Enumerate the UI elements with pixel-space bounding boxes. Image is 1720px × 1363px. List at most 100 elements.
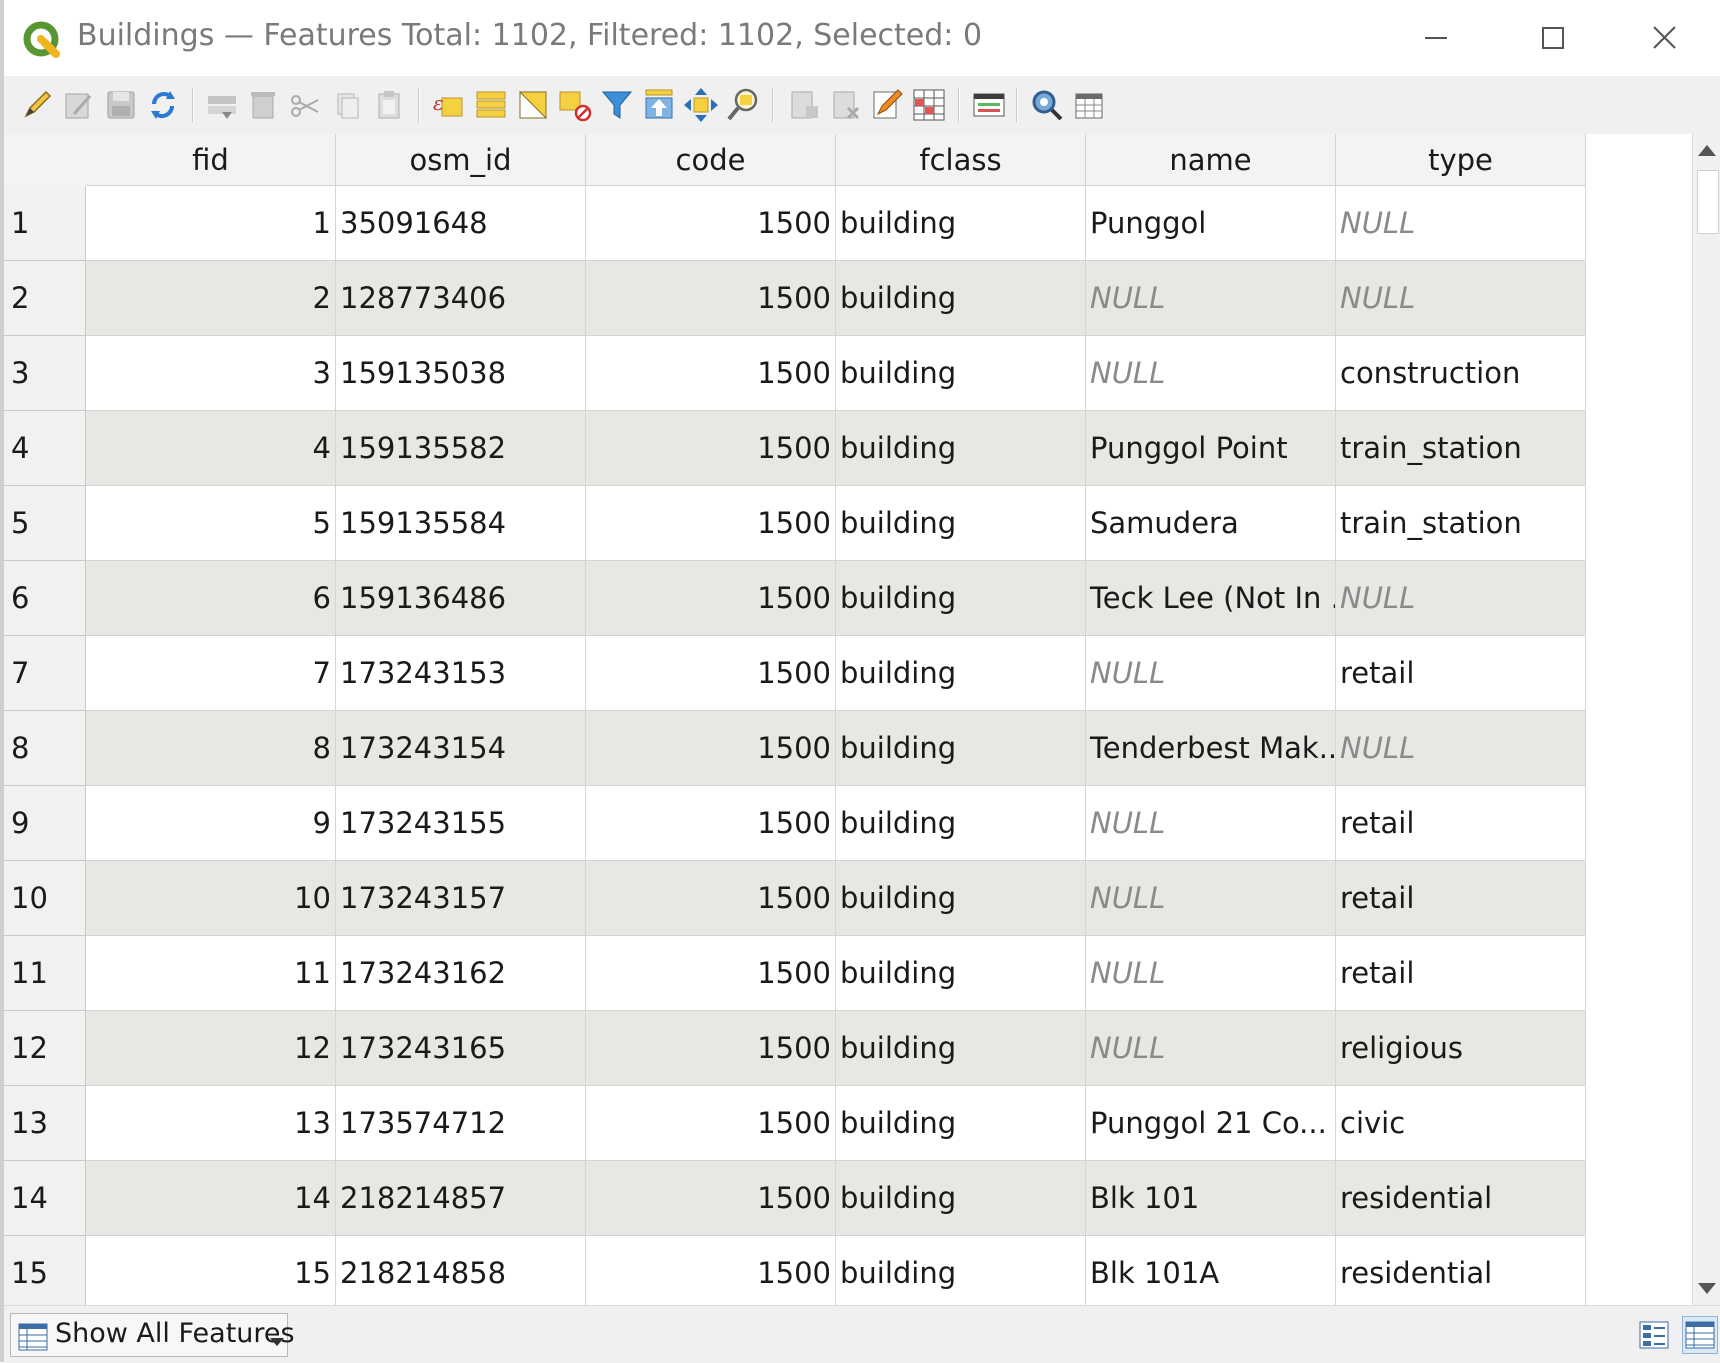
row-header[interactable]: 11	[4, 936, 86, 1011]
cell-type[interactable]: construction	[1336, 336, 1586, 411]
cell-type[interactable]: NULL	[1336, 561, 1586, 636]
cell-name[interactable]: Blk 101	[1086, 1161, 1336, 1236]
show-all-features-button[interactable]: Show All Features	[10, 1313, 295, 1357]
column-header-osm-id[interactable]: osm_id	[336, 134, 586, 186]
cell-fid[interactable]: 8	[86, 711, 336, 786]
new-field-button[interactable]	[784, 86, 822, 124]
cell-name[interactable]: NULL	[1086, 786, 1336, 861]
organize-columns-button[interactable]	[1070, 86, 1108, 124]
cell-fid[interactable]: 11	[86, 936, 336, 1011]
cell-fclass[interactable]: building	[836, 336, 1086, 411]
cell-type[interactable]: retail	[1336, 636, 1586, 711]
cell-fclass[interactable]: building	[836, 711, 1086, 786]
table-row[interactable]: 7 7 173243153 1500 building NULL retail	[4, 636, 1586, 711]
cell-type[interactable]: NULL	[1336, 711, 1586, 786]
paste-button[interactable]	[370, 86, 408, 124]
cell-fclass[interactable]: building	[836, 261, 1086, 336]
cell-code[interactable]: 1500	[586, 1011, 836, 1086]
title-bar[interactable]: Buildings — Features Total: 1102, Filter…	[4, 0, 1720, 76]
scroll-up-arrow-icon[interactable]	[1696, 142, 1718, 158]
cell-type[interactable]: train_station	[1336, 411, 1586, 486]
scrollbar-thumb[interactable]	[1697, 170, 1719, 234]
cell-code[interactable]: 1500	[586, 936, 836, 1011]
field-calculator-button[interactable]	[868, 86, 906, 124]
row-header[interactable]: 8	[4, 711, 86, 786]
cell-fid[interactable]: 2	[86, 261, 336, 336]
row-header[interactable]: 14	[4, 1161, 86, 1236]
table-row[interactable]: 13 13 173574712 1500 building Punggol 21 Co..…	[4, 1086, 1586, 1161]
cell-type[interactable]: NULL	[1336, 186, 1586, 261]
column-header-fclass[interactable]: fclass	[836, 134, 1086, 186]
select-by-expression-button[interactable]: ε	[430, 86, 468, 124]
actions-button[interactable]	[1028, 86, 1066, 124]
cell-code[interactable]: 1500	[586, 411, 836, 486]
cell-name[interactable]: Teck Lee (Not In ...	[1086, 561, 1336, 636]
row-header[interactable]: 6	[4, 561, 86, 636]
cell-name[interactable]: Samudera	[1086, 486, 1336, 561]
table-view-button[interactable]	[1682, 1316, 1718, 1354]
cell-osm-id[interactable]: 159135584	[336, 486, 586, 561]
maximize-button[interactable]	[1498, 0, 1608, 76]
row-header[interactable]: 5	[4, 486, 86, 561]
cell-fclass[interactable]: building	[836, 636, 1086, 711]
cell-osm-id[interactable]: 173243157	[336, 861, 586, 936]
cell-name[interactable]: Blk 101A	[1086, 1236, 1336, 1305]
cell-osm-id[interactable]: 173243165	[336, 1011, 586, 1086]
cell-fid[interactable]: 1	[86, 186, 336, 261]
cell-type[interactable]: residential	[1336, 1161, 1586, 1236]
vertical-scrollbar[interactable]	[1692, 134, 1720, 1305]
invert-selection-button[interactable]	[514, 86, 552, 124]
table-row[interactable]: 5 5 159135584 1500 building Samudera train_sta…	[4, 486, 1586, 561]
cell-fid[interactable]: 5	[86, 486, 336, 561]
cell-name[interactable]: NULL	[1086, 336, 1336, 411]
cell-name[interactable]: NULL	[1086, 636, 1336, 711]
cell-fclass[interactable]: building	[836, 411, 1086, 486]
row-header[interactable]: 12	[4, 1011, 86, 1086]
reload-table-button[interactable]	[144, 86, 182, 124]
cell-code[interactable]: 1500	[586, 786, 836, 861]
column-header-code[interactable]: code	[586, 134, 836, 186]
cell-type[interactable]: train_station	[1336, 486, 1586, 561]
cell-type[interactable]: retail	[1336, 936, 1586, 1011]
close-button[interactable]	[1610, 0, 1720, 76]
row-header[interactable]: 10	[4, 861, 86, 936]
cell-fclass[interactable]: building	[836, 561, 1086, 636]
copy-button[interactable]	[328, 86, 366, 124]
cell-fid[interactable]: 3	[86, 336, 336, 411]
multi-edit-button[interactable]	[60, 86, 98, 124]
cell-fid[interactable]: 9	[86, 786, 336, 861]
table-row[interactable]: 12 12 173243165 1500 building NULL religious	[4, 1011, 1586, 1086]
cell-name[interactable]: Punggol	[1086, 186, 1336, 261]
minimize-button[interactable]	[1382, 0, 1492, 76]
cell-fclass[interactable]: building	[836, 486, 1086, 561]
cell-osm-id[interactable]: 128773406	[336, 261, 586, 336]
cell-osm-id[interactable]: 159136486	[336, 561, 586, 636]
cell-name[interactable]: NULL	[1086, 261, 1336, 336]
table-row[interactable]: 3 3 159135038 1500 building NULL construction	[4, 336, 1586, 411]
cell-type[interactable]: residential	[1336, 1236, 1586, 1305]
cell-fid[interactable]: 6	[86, 561, 336, 636]
cell-code[interactable]: 1500	[586, 186, 836, 261]
cell-type[interactable]: religious	[1336, 1011, 1586, 1086]
cell-code[interactable]: 1500	[586, 561, 836, 636]
dock-table-button[interactable]	[970, 86, 1008, 124]
toggle-editing-button[interactable]	[18, 86, 56, 124]
cell-osm-id[interactable]: 218214858	[336, 1236, 586, 1305]
cell-code[interactable]: 1500	[586, 636, 836, 711]
pan-to-selected-button[interactable]	[682, 86, 720, 124]
cell-code[interactable]: 1500	[586, 1161, 836, 1236]
cell-name[interactable]: Tenderbest Mak...	[1086, 711, 1336, 786]
cell-osm-id[interactable]: 35091648	[336, 186, 586, 261]
cell-osm-id[interactable]: 173243155	[336, 786, 586, 861]
cell-type[interactable]: retail	[1336, 786, 1586, 861]
table-row[interactable]: 1 1 35091648 1500 building Punggol NULL	[4, 186, 1586, 261]
cell-type[interactable]: NULL	[1336, 261, 1586, 336]
cell-code[interactable]: 1500	[586, 711, 836, 786]
filter-select-button[interactable]	[598, 86, 636, 124]
cell-fid[interactable]: 12	[86, 1011, 336, 1086]
row-header[interactable]: 7	[4, 636, 86, 711]
table-row[interactable]: 8 8 173243154 1500 building Tenderbest Mak...…	[4, 711, 1586, 786]
row-header[interactable]: 4	[4, 411, 86, 486]
select-all-button[interactable]	[472, 86, 510, 124]
cell-fclass[interactable]: building	[836, 786, 1086, 861]
